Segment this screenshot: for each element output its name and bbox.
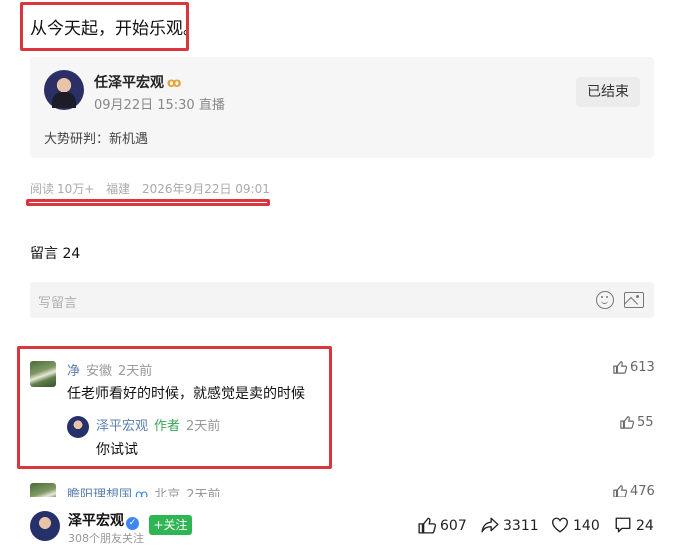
avatar[interactable] bbox=[44, 70, 84, 110]
live-card[interactable]: 任泽平宏观 ꝏ 09月22日 15:30 直播 已结束 大势研判：新机遇 bbox=[30, 57, 654, 158]
heart-icon bbox=[552, 517, 568, 533]
thumbs-up-icon bbox=[613, 361, 628, 374]
followers-count: 308个朋友关注 bbox=[68, 532, 144, 545]
comment-user-name: 净 bbox=[67, 364, 81, 379]
follow-button[interactable]: +关注 bbox=[149, 515, 192, 535]
account-name[interactable]: 泽平宏观 ✓ bbox=[68, 510, 139, 530]
favorite-button[interactable]: 140 bbox=[551, 516, 600, 534]
emoji-icon[interactable] bbox=[596, 291, 614, 309]
live-author[interactable]: 任泽平宏观 ꝏ bbox=[94, 72, 181, 92]
comment-like-button[interactable]: 476 bbox=[613, 484, 654, 497]
reply-time: 2天前 bbox=[186, 419, 221, 434]
share-button[interactable]: 3311 bbox=[481, 516, 539, 534]
share-icon bbox=[481, 517, 499, 533]
verified-icon: ✓ bbox=[126, 517, 139, 530]
live-time: 09月22日 15:30 直播 bbox=[94, 94, 225, 113]
comment-time: 2天前 bbox=[118, 364, 153, 379]
comment-placeholder: 写留言 bbox=[38, 296, 78, 311]
account-name-text: 泽平宏观 bbox=[68, 513, 124, 529]
highlight-box-comment bbox=[17, 346, 332, 469]
comment-location: 安徽 bbox=[86, 364, 113, 379]
thumbs-up-icon bbox=[620, 416, 635, 429]
author-tag: 作者 bbox=[154, 419, 181, 434]
like-button[interactable]: 607 bbox=[418, 516, 467, 534]
verified-icon: ꝏ bbox=[135, 488, 149, 497]
bottom-bar: 泽平宏观 ✓ 308个朋友关注 +关注 607 3311 140 24 bbox=[0, 500, 690, 552]
highlight-box-post bbox=[20, 2, 189, 51]
comment-user[interactable]: 瞻阳理想国 ꝏ 北京 2天前 bbox=[67, 484, 221, 497]
avatar[interactable] bbox=[67, 416, 89, 438]
comment-like-button[interactable]: 613 bbox=[613, 360, 655, 375]
comment-count: 24 bbox=[636, 518, 654, 534]
comments-title: 留言 24 bbox=[30, 246, 81, 262]
like-count: 607 bbox=[440, 518, 467, 534]
comment-user-name: 瞻阳理想国 bbox=[67, 488, 133, 497]
comment-like-count: 476 bbox=[630, 484, 654, 497]
article-meta: 阅读 10万+ 福建 2026年9月22日 09:01 bbox=[30, 180, 278, 197]
comment-input[interactable]: 写留言 bbox=[30, 282, 654, 318]
live-topic: 大势研判：新机遇 bbox=[44, 132, 149, 147]
favorite-count: 140 bbox=[573, 518, 600, 534]
reply-like-count: 55 bbox=[637, 415, 654, 430]
verified-icon: ꝏ bbox=[167, 76, 182, 91]
reply-user-name: 泽平宏观 bbox=[96, 419, 149, 434]
reply-user[interactable]: 泽平宏观 作者 2天前 bbox=[96, 415, 220, 434]
avatar[interactable] bbox=[30, 483, 56, 497]
comment-location: 北京 bbox=[154, 488, 181, 497]
ended-button[interactable]: 已结束 bbox=[576, 77, 640, 107]
reads-label: 阅读 10万+ bbox=[30, 182, 95, 196]
highlight-underline-meta bbox=[26, 199, 270, 206]
comment-user[interactable]: 净安徽 2天前 bbox=[67, 360, 152, 379]
article-location: 福建 bbox=[106, 182, 131, 196]
reply-text: 你试试 bbox=[96, 442, 138, 458]
thumbs-up-icon bbox=[613, 485, 628, 497]
comment-text: 任老师看好的时候，就感觉是卖的时候 bbox=[67, 386, 305, 402]
reply-like-button[interactable]: 55 bbox=[620, 415, 654, 430]
avatar[interactable] bbox=[30, 361, 56, 387]
article-datetime: 2026年9月22日 09:01 bbox=[142, 182, 270, 196]
image-icon[interactable] bbox=[624, 292, 644, 308]
list-item[interactable]: 瞻阳理想国 ꝏ 北京 2天前 476 bbox=[30, 483, 654, 497]
live-author-name: 任泽平宏观 bbox=[94, 75, 164, 91]
comment-icon bbox=[615, 517, 631, 533]
thumbs-up-icon bbox=[418, 517, 437, 534]
share-count: 3311 bbox=[503, 518, 539, 534]
comment-button[interactable]: 24 bbox=[614, 516, 654, 534]
live-datetime: 09月22日 15:30 bbox=[94, 98, 195, 113]
live-status: 直播 bbox=[198, 98, 225, 113]
comment-like-count: 613 bbox=[630, 360, 655, 375]
comment-time: 2天前 bbox=[186, 488, 221, 497]
avatar[interactable] bbox=[30, 511, 60, 541]
